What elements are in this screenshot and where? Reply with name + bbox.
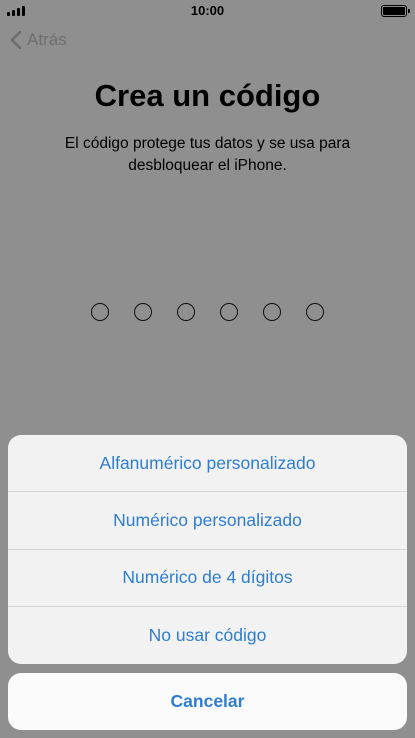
page-subtitle: El código protege tus datos y se usa par… bbox=[64, 135, 351, 174]
back-button[interactable]: Atrás bbox=[10, 30, 67, 50]
passcode-dot bbox=[134, 303, 152, 321]
passcode-options-sheet: Alfanumérico personalizado Numérico pers… bbox=[8, 435, 407, 664]
option-4-digit-numeric[interactable]: Numérico de 4 dígitos bbox=[8, 550, 407, 607]
option-custom-alphanumeric[interactable]: Alfanumérico personalizado bbox=[8, 435, 407, 493]
passcode-dot bbox=[91, 303, 109, 321]
status-bar: 10:00 bbox=[0, 0, 415, 22]
passcode-dots bbox=[0, 303, 415, 321]
create-passcode-screen: 10:00 Atrás Crea un código El código pro… bbox=[0, 0, 415, 738]
status-time: 10:00 bbox=[190, 3, 225, 18]
passcode-dot bbox=[263, 303, 281, 321]
cancel-button[interactable]: Cancelar bbox=[8, 673, 407, 730]
passcode-dot bbox=[220, 303, 238, 321]
page-title: Crea un código bbox=[94, 78, 321, 113]
back-label: Atrás bbox=[27, 30, 67, 49]
chevron-left-icon bbox=[10, 30, 22, 50]
battery-icon bbox=[381, 5, 410, 17]
passcode-dot bbox=[177, 303, 195, 321]
option-no-passcode[interactable]: No usar código bbox=[8, 607, 407, 664]
passcode-dot bbox=[306, 303, 324, 321]
option-custom-numeric[interactable]: Numérico personalizado bbox=[8, 492, 407, 550]
